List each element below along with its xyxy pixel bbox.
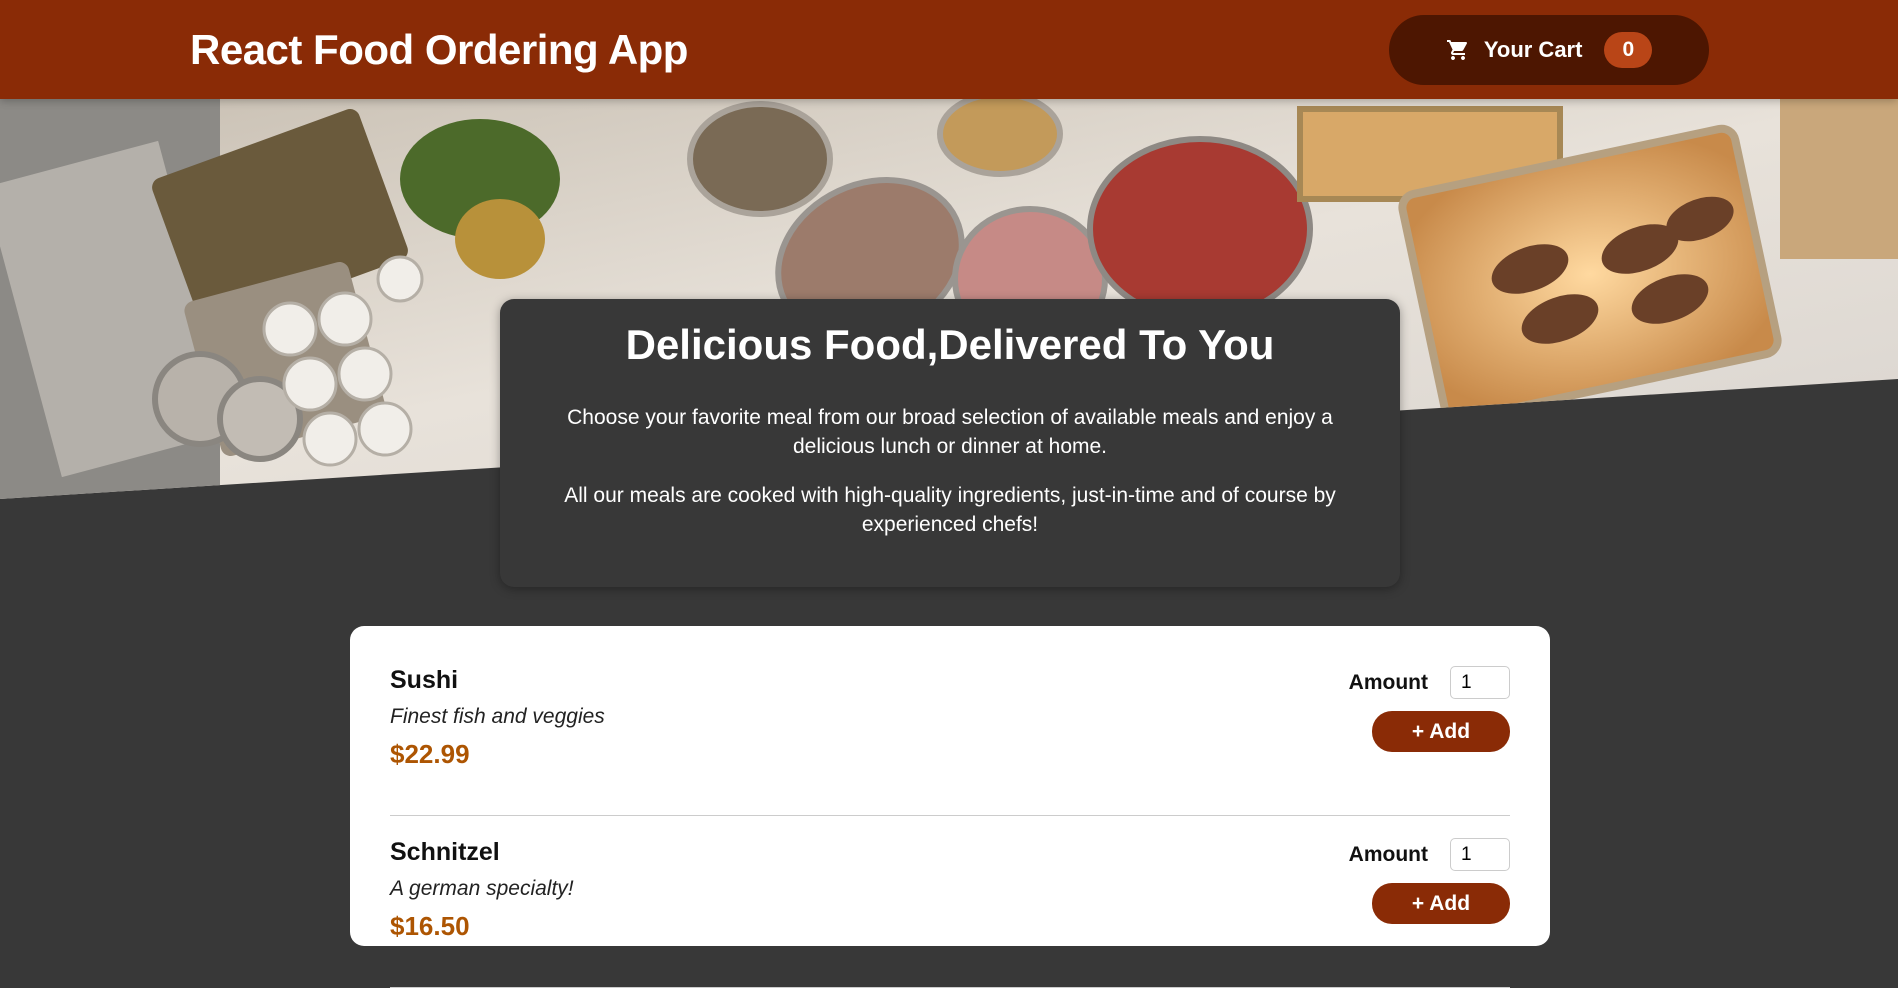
meal-description: A german specialty!: [390, 877, 574, 900]
meal-name: Schnitzel: [390, 838, 500, 866]
meals-summary: Delicious Food,Delivered To You Choose y…: [500, 299, 1400, 587]
cart-icon: [1446, 38, 1470, 62]
meal-item: Schnitzel A german specialty! $16.50 Amo…: [390, 838, 1510, 988]
add-to-cart-button[interactable]: + Add: [1372, 883, 1510, 924]
add-to-cart-button[interactable]: + Add: [1372, 711, 1510, 752]
meals-list: Sushi Finest fish and veggies $22.99 Amo…: [350, 626, 1550, 988]
meal-form: Amount + Add: [1349, 666, 1510, 815]
summary-paragraph-2: All our meals are cooked with high-quali…: [564, 484, 1336, 536]
app-title: React Food Ordering App: [190, 25, 688, 73]
meal-info: Sushi Finest fish and veggies $22.99: [390, 666, 605, 815]
cart-label: Your Cart: [1483, 36, 1583, 62]
meal-name: Sushi: [390, 666, 459, 694]
meal-price: $16.50: [390, 911, 470, 941]
meal-form: Amount + Add: [1349, 838, 1510, 987]
cart-button[interactable]: Your Cart 0: [1389, 14, 1709, 85]
amount-input[interactable]: [1450, 666, 1510, 699]
amount-row: Amount: [1349, 838, 1510, 871]
amount-row: Amount: [1349, 666, 1510, 699]
cart-count-badge: 0: [1604, 31, 1653, 68]
app-header: React Food Ordering App Your Cart 0: [0, 0, 1898, 99]
meal-price: $22.99: [390, 739, 470, 769]
amount-label: Amount: [1348, 842, 1428, 866]
summary-paragraph-1: Choose your favorite meal from our broad…: [567, 406, 1333, 458]
meal-description: Finest fish and veggies: [390, 705, 605, 728]
meal-info: Schnitzel A german specialty! $16.50: [390, 838, 574, 987]
amount-label: Amount: [1348, 670, 1428, 694]
amount-input[interactable]: [1450, 838, 1510, 871]
meal-item: Sushi Finest fish and veggies $22.99 Amo…: [390, 666, 1510, 816]
summary-heading: Delicious Food,Delivered To You: [625, 321, 1275, 368]
